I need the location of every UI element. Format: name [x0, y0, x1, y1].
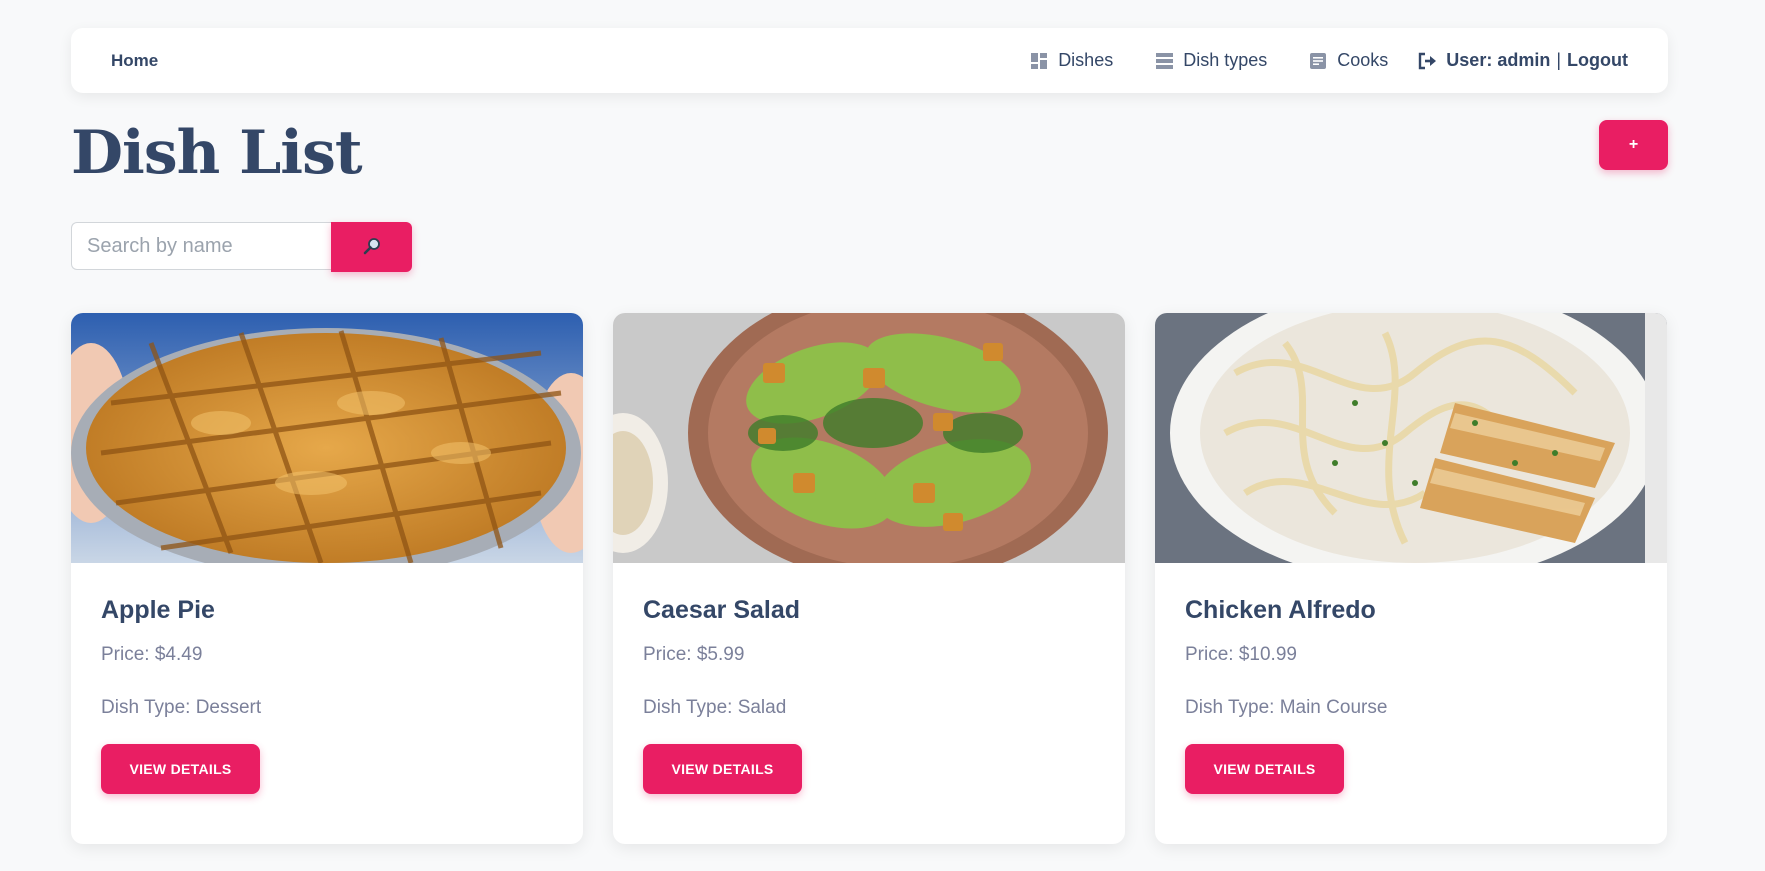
- page-title: Dish List: [71, 118, 363, 188]
- view-details-button[interactable]: VIEW DETAILS: [101, 744, 260, 794]
- dish-card: Chicken Alfredo Price: $10.99 Dish Type:…: [1155, 313, 1667, 844]
- dish-card: Apple Pie Price: $4.49 Dish Type: Desser…: [71, 313, 583, 844]
- dish-card: Caesar Salad Price: $5.99 Dish Type: Sal…: [613, 313, 1125, 844]
- dish-name: Chicken Alfredo: [1185, 596, 1376, 624]
- list-icon: [1155, 52, 1173, 70]
- magnifier-icon: [362, 236, 382, 259]
- nav-home-link[interactable]: Home: [111, 51, 158, 71]
- add-dish-button[interactable]: +: [1599, 120, 1668, 170]
- view-details-button[interactable]: VIEW DETAILS: [1185, 744, 1344, 794]
- caesar-salad-image: [613, 313, 1125, 563]
- chicken-alfredo-image: [1155, 313, 1667, 563]
- dish-price: Price: $5.99: [643, 644, 745, 665]
- nav-cooks-link[interactable]: Cooks: [1309, 50, 1388, 71]
- dish-type: Dish Type: Salad: [643, 697, 787, 718]
- nav-dish-types-label: Dish types: [1183, 50, 1268, 70]
- logout-icon: [1418, 52, 1438, 70]
- dish-name: Apple Pie: [101, 596, 215, 624]
- nav-dish-types-link[interactable]: Dish types: [1155, 50, 1267, 71]
- dish-type: Dish Type: Dessert: [101, 697, 262, 718]
- document-icon: [1309, 52, 1327, 70]
- logout-link[interactable]: Logout: [1567, 50, 1628, 71]
- nav-user-area: User: admin | Logout: [1418, 50, 1628, 71]
- view-details-button[interactable]: VIEW DETAILS: [643, 744, 802, 794]
- apple-pie-image: [71, 313, 583, 563]
- dish-price: Price: $4.49: [101, 644, 203, 665]
- dashboard-icon: [1030, 52, 1048, 70]
- dish-type: Dish Type: Main Course: [1185, 697, 1388, 718]
- user-name: User: admin: [1446, 50, 1551, 70]
- nav-cooks-label: Cooks: [1337, 50, 1389, 70]
- search-button[interactable]: [331, 222, 412, 272]
- nav-links: Dishes Dish types Cooks User: admin | Lo…: [988, 50, 1628, 71]
- dish-price: Price: $10.99: [1185, 644, 1297, 665]
- nav-dishes-label: Dishes: [1058, 50, 1114, 70]
- nav-dishes-link[interactable]: Dishes: [1030, 50, 1113, 71]
- navbar: Home Dishes Dish types Cooks User: admin: [71, 28, 1668, 93]
- dish-name: Caesar Salad: [643, 596, 801, 624]
- search-input[interactable]: [71, 222, 331, 270]
- nav-separator: |: [1556, 50, 1562, 70]
